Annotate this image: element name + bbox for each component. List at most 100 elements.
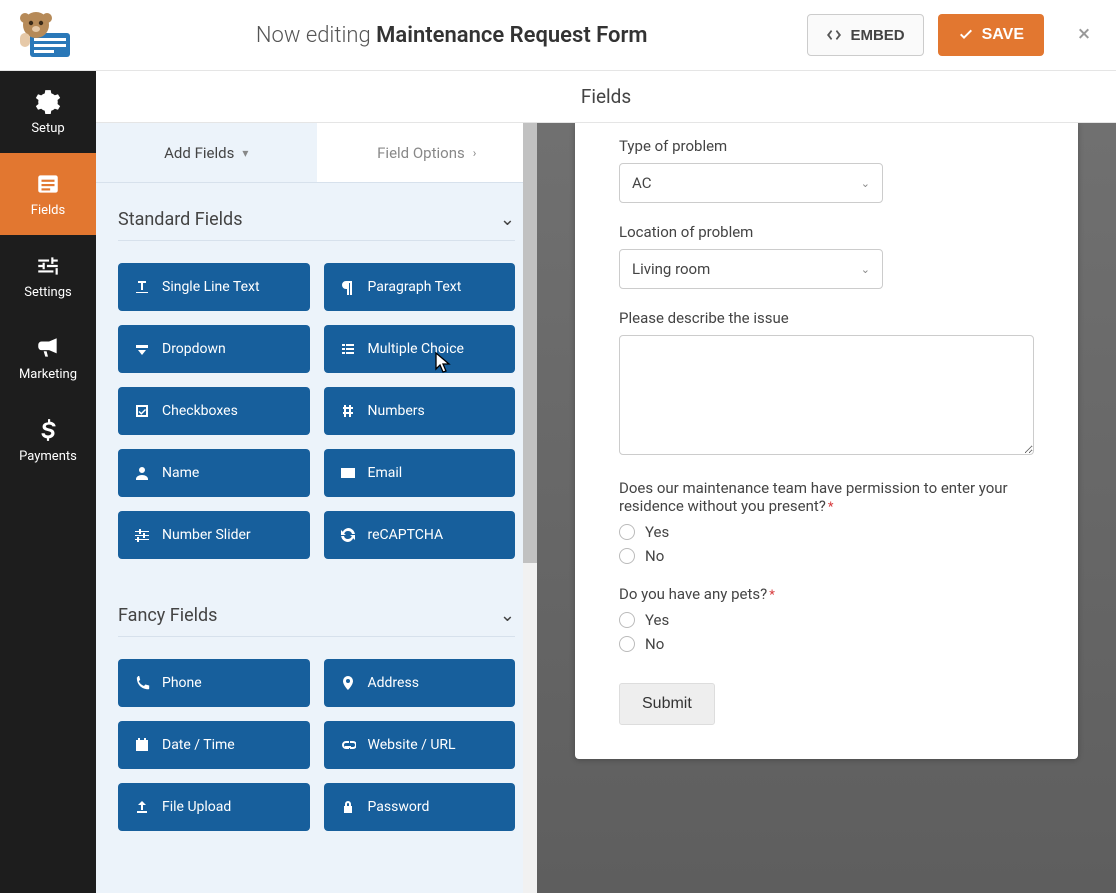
field-name[interactable]: Name bbox=[118, 449, 310, 497]
fields-panel: Add Fields ▾ Field Options › Standard Fi… bbox=[96, 123, 537, 893]
address-icon bbox=[340, 675, 356, 691]
form-icon bbox=[35, 171, 61, 197]
label-location: Location of problem bbox=[619, 223, 1034, 241]
panel-title: Fields bbox=[96, 71, 1116, 123]
field-label: Website / URL bbox=[368, 737, 456, 753]
radio-permission-no[interactable]: No bbox=[619, 547, 1034, 565]
required-marker: * bbox=[769, 588, 775, 603]
embed-button[interactable]: EMBED bbox=[807, 14, 923, 56]
field-recaptcha[interactable]: reCAPTCHA bbox=[324, 511, 516, 559]
standard-fields-grid: Single Line Text Paragraph Text Dropdown Mu… bbox=[118, 263, 515, 559]
field-checkboxes[interactable]: Checkboxes bbox=[118, 387, 310, 435]
field-password[interactable]: Password bbox=[324, 783, 516, 831]
field-phone[interactable]: Phone bbox=[118, 659, 310, 707]
field-label: reCAPTCHA bbox=[368, 527, 444, 543]
paragraph-text-icon bbox=[340, 279, 356, 295]
gear-icon bbox=[35, 89, 61, 115]
sidebar-item-fields[interactable]: Fields bbox=[0, 153, 96, 235]
field-label: Email bbox=[368, 465, 403, 481]
sidebar-item-setup[interactable]: Setup bbox=[0, 71, 96, 153]
close-button[interactable] bbox=[1072, 23, 1096, 47]
sidebar-label-payments: Payments bbox=[19, 449, 77, 464]
app-logo bbox=[0, 0, 96, 71]
embed-label: EMBED bbox=[850, 27, 904, 44]
checkboxes-icon bbox=[134, 403, 150, 419]
wpforms-logo-icon bbox=[18, 11, 78, 59]
code-icon bbox=[826, 27, 842, 43]
title-prefix: Now editing bbox=[256, 23, 371, 48]
file-upload-icon bbox=[134, 799, 150, 815]
check-icon bbox=[958, 27, 974, 43]
select-type-of-problem[interactable]: AC ⌄ bbox=[619, 163, 883, 203]
phone-icon bbox=[134, 675, 150, 691]
save-button[interactable]: SAVE bbox=[938, 14, 1044, 56]
label-permission: Does our maintenance team have permissio… bbox=[619, 479, 1034, 515]
chevron-down-icon: ⌄ bbox=[500, 209, 515, 230]
label-describe: Please describe the issue bbox=[619, 309, 1034, 327]
sidebar-label-setup: Setup bbox=[31, 121, 64, 136]
radio-label-yes: Yes bbox=[645, 523, 669, 541]
tab-field-options[interactable]: Field Options › bbox=[317, 123, 538, 182]
field-website-url[interactable]: Website / URL bbox=[324, 721, 516, 769]
field-multiple-choice[interactable]: Multiple Choice bbox=[324, 325, 516, 373]
textarea-describe[interactable] bbox=[619, 335, 1034, 455]
sliders-icon bbox=[35, 253, 61, 279]
pets-text: Do you have any pets? bbox=[619, 585, 767, 603]
sidebar: Setup Fields Settings Marketing Payments bbox=[0, 71, 96, 893]
field-label: Password bbox=[368, 799, 430, 815]
field-paragraph-text[interactable]: Paragraph Text bbox=[324, 263, 516, 311]
recaptcha-icon bbox=[340, 527, 356, 543]
radio-icon bbox=[619, 636, 635, 652]
date-time-icon bbox=[134, 737, 150, 753]
select-location[interactable]: Living room ⌄ bbox=[619, 249, 883, 289]
field-numbers[interactable]: Numbers bbox=[324, 387, 516, 435]
field-dropdown[interactable]: Dropdown bbox=[118, 325, 310, 373]
sidebar-label-settings: Settings bbox=[24, 285, 71, 300]
fancy-fields-grid: Phone Address Date / Time Website / URL File… bbox=[118, 659, 515, 831]
chevron-right-icon: › bbox=[473, 146, 477, 160]
field-label: Paragraph Text bbox=[368, 279, 462, 295]
radio-permission-yes[interactable]: Yes bbox=[619, 523, 1034, 541]
tab-add-fields[interactable]: Add Fields ▾ bbox=[96, 123, 317, 182]
sidebar-item-payments[interactable]: Payments bbox=[0, 399, 96, 481]
submit-button[interactable]: Submit bbox=[619, 683, 715, 725]
field-label: Multiple Choice bbox=[368, 341, 464, 357]
top-bar: Now editing Maintenance Request Form EMB… bbox=[0, 0, 1116, 71]
single-line-text-icon bbox=[134, 279, 150, 295]
tab-options-label: Field Options bbox=[377, 144, 465, 162]
required-marker: * bbox=[828, 500, 834, 515]
sidebar-item-settings[interactable]: Settings bbox=[0, 235, 96, 317]
field-single-line-text[interactable]: Single Line Text bbox=[118, 263, 310, 311]
scrollbar-thumb[interactable] bbox=[523, 123, 537, 563]
radio-pets-yes[interactable]: Yes bbox=[619, 611, 1034, 629]
field-address[interactable]: Address bbox=[324, 659, 516, 707]
main: Fields Add Fields ▾ Field Options › Stan… bbox=[96, 71, 1116, 893]
sidebar-item-marketing[interactable]: Marketing bbox=[0, 317, 96, 399]
page-title: Now editing Maintenance Request Form bbox=[96, 23, 807, 48]
number-slider-icon bbox=[134, 527, 150, 543]
numbers-icon bbox=[340, 403, 356, 419]
radio-icon bbox=[619, 612, 635, 628]
chevron-down-icon: ▾ bbox=[242, 146, 248, 160]
field-file-upload[interactable]: File Upload bbox=[118, 783, 310, 831]
field-label: Checkboxes bbox=[162, 403, 238, 419]
section-standard-fields[interactable]: Standard Fields ⌄ bbox=[118, 203, 515, 241]
radio-pets-no[interactable]: No bbox=[619, 635, 1034, 653]
field-label: Dropdown bbox=[162, 341, 226, 357]
top-actions: EMBED SAVE bbox=[807, 14, 1116, 56]
section-fancy-fields[interactable]: Fancy Fields ⌄ bbox=[118, 587, 515, 637]
submit-label: Submit bbox=[642, 695, 692, 712]
radio-icon bbox=[619, 548, 635, 564]
field-email[interactable]: Email bbox=[324, 449, 516, 497]
field-date-time[interactable]: Date / Time bbox=[118, 721, 310, 769]
dropdown-icon bbox=[134, 341, 150, 357]
field-number-slider[interactable]: Number Slider bbox=[118, 511, 310, 559]
panel-tabs: Add Fields ▾ Field Options › bbox=[96, 123, 537, 183]
section-fancy-title: Fancy Fields bbox=[118, 605, 217, 626]
radio-label-no: No bbox=[645, 635, 664, 653]
chevron-down-icon: ⌄ bbox=[861, 177, 870, 190]
label-type-of-problem: Type of problem bbox=[619, 137, 1034, 155]
section-standard-title: Standard Fields bbox=[118, 209, 243, 230]
select-location-value: Living room bbox=[632, 260, 710, 278]
bullhorn-icon bbox=[35, 335, 61, 361]
